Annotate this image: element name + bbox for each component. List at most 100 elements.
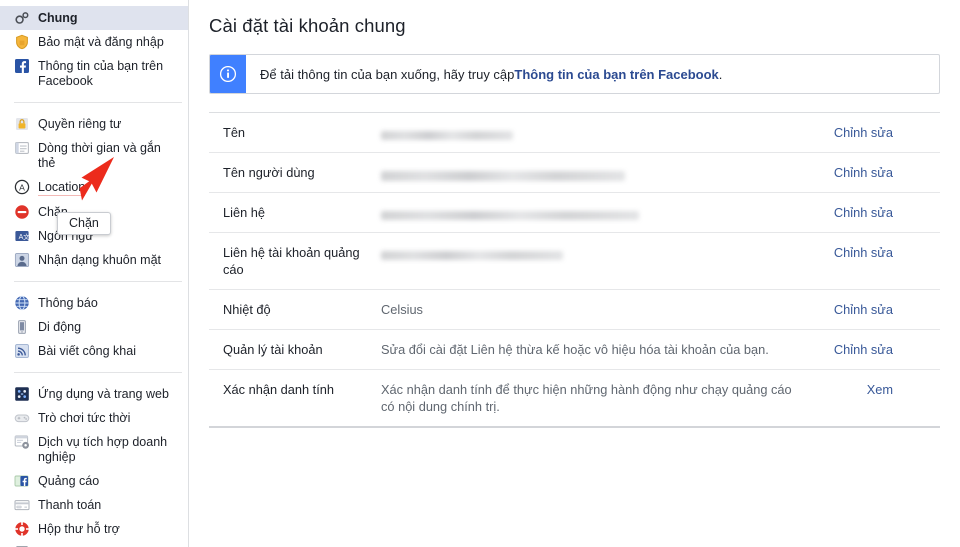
sidebar-item-th-ng-tin-c-a-b-n-tr-n-facebook[interactable]: Thông tin của bạn trên Facebook [0, 54, 188, 93]
banner-text-after: . [718, 66, 723, 82]
settings-row-key: Tên [223, 125, 246, 140]
sidebar-divider [14, 372, 182, 373]
settings-row-action-link[interactable]: Chỉnh sửa [834, 125, 893, 140]
sidebar-item-label: Bảo mật và đăng nhập [38, 35, 164, 49]
rss-icon [14, 343, 30, 359]
settings-row-action-link[interactable]: Xem [867, 382, 893, 397]
settings-row-value: Sửa đổi cài đặt Liên hệ thừa kế hoặc vô … [381, 342, 769, 357]
mobile-icon [14, 319, 30, 335]
svg-text:文: 文 [23, 232, 30, 241]
block-icon [14, 204, 30, 220]
translate-icon: A文 [14, 228, 30, 244]
settings-row-action: Chỉnh sửa [821, 341, 905, 358]
sidebar-item-video[interactable]: Video [0, 541, 188, 547]
sidebar-item-label: Hộp thư hỗ trợ [38, 522, 120, 536]
sidebar-item-label: Thông báo [38, 296, 98, 310]
sidebar-item-b-o-m-t-v-ng-nh-p[interactable]: Bảo mật và đăng nhập [0, 30, 188, 54]
settings-bottom-divider [209, 426, 940, 428]
settings-row-key: Liên hệ [223, 205, 265, 220]
settings-row-value: Xác nhận danh tính để thực hiện những hà… [381, 382, 792, 414]
settings-row-action-link[interactable]: Chỉnh sửa [834, 342, 893, 357]
settings-row-value [381, 204, 821, 221]
settings-row-key: Liên hệ tài khoản quảng cáo [223, 245, 360, 277]
sidebar-item-label: Trò chơi tức thời [38, 411, 131, 425]
sidebar-item-label: Quảng cáo [38, 474, 100, 488]
sidebar-item-d-ch-v-t-ch-h-p-doanh-nghi-p[interactable]: Dịch vụ tích hợp doanh nghiệp [0, 430, 188, 469]
sidebar-item-label: Dòng thời gian và gắn thẻ [38, 141, 161, 170]
sidebar-item-label: Nhận dạng khuôn mặt [38, 253, 162, 267]
settings-row: Quản lý tài khoản Sửa đổi cài đặt Liên hệ… [209, 329, 940, 369]
settings-row-key: Tên người dùng [223, 165, 315, 180]
sidebar-item-chung[interactable]: Chung [0, 6, 188, 30]
settings-row-value [381, 164, 821, 181]
sidebar-item-di-ng[interactable]: Di động [0, 315, 188, 339]
settings-row-action: Chỉnh sửa [821, 244, 905, 261]
settings-row-action-link[interactable]: Chỉnh sửa [834, 245, 893, 260]
sidebar-group: Chung Bảo mật và đăng nhập Thông tin của b… [0, 6, 188, 93]
settings-row-action: Chỉnh sửa [821, 204, 905, 221]
sidebar-item-tr-ch-i-t-c-th-i[interactable]: Trò chơi tức thời [0, 406, 188, 430]
redacted-value [381, 131, 513, 141]
sidebar-item-label: Dịch vụ tích hợp doanh nghiệp [38, 435, 168, 464]
settings-row-action-link[interactable]: Chỉnh sửa [834, 205, 893, 220]
payment-card-icon [14, 497, 30, 513]
settings-row-action: Chỉnh sửa [821, 124, 905, 141]
settings-row-value [381, 124, 821, 141]
sidebar-item-nh-n-d-ng-khu-n-m-t[interactable]: Nhận dạng khuôn mặt [0, 248, 188, 272]
settings-row-action: Chỉnh sửa [821, 164, 905, 181]
sidebar-item-d-ng-th-i-gian-v-g-n-th[interactable]: Dòng thời gian và gắn thẻ [0, 136, 188, 175]
settings-list: Tên Chỉnh sửa Tên người dùng Chỉnh sửa Liên … [209, 112, 940, 426]
info-icon [210, 55, 246, 93]
tooltip-chan: Chặn [57, 212, 111, 235]
svg-text:A: A [19, 182, 25, 192]
redacted-value [381, 170, 625, 181]
sidebar-item-location[interactable]: A Location [0, 175, 188, 200]
timeline-icon [14, 140, 30, 156]
gamepad-icon [14, 410, 30, 426]
settings-row: Tên người dùng Chỉnh sửa [209, 152, 940, 192]
settings-row: Liên hệ Chỉnh sửa [209, 192, 940, 232]
sidebar-item-qu-ng-c-o[interactable]: Quảng cáo [0, 469, 188, 493]
business-integration-icon [14, 434, 30, 450]
sidebar-item-quy-n-ri-ng-t[interactable]: Quyền riêng tư [0, 112, 188, 136]
sidebar-item-h-p-th-h-tr[interactable]: Hộp thư hỗ trợ [0, 517, 188, 541]
settings-row: Nhiệt độ Celsius Chỉnh sửa [209, 289, 940, 329]
sidebar-item-label: Chung [38, 11, 78, 25]
sidebar-divider [14, 281, 182, 282]
location-circle-a-icon: A [14, 179, 30, 195]
sidebar-group: Quyền riêng tư Dòng thời gian và gắn thẻ A… [0, 112, 188, 272]
settings-row-action-link[interactable]: Chỉnh sửa [834, 165, 893, 180]
settings-page: Chung Bảo mật và đăng nhập Thông tin của b… [0, 0, 960, 547]
face-recognition-icon [14, 252, 30, 268]
sidebar-divider [14, 102, 182, 103]
settings-sidebar: Chung Bảo mật và đăng nhập Thông tin của b… [0, 0, 189, 547]
settings-row-action: Xem [821, 381, 905, 398]
settings-row-key: Nhiệt độ [223, 302, 271, 317]
sidebar-item-label: Bài viết công khai [38, 344, 136, 358]
sidebar-item-ng-d-ng-v-trang-web[interactable]: Ứng dụng và trang web [0, 382, 188, 406]
your-information-link[interactable]: Thông tin của bạn trên Facebook [514, 67, 718, 82]
sidebar-group: Thông báo Di động Bài viết công khai [0, 291, 188, 363]
settings-row: Xác nhận danh tính Xác nhận danh tính để … [209, 369, 940, 426]
redacted-value [381, 251, 563, 261]
redacted-value [381, 211, 639, 221]
ads-icon [14, 473, 30, 489]
sidebar-item-b-i-vi-t-c-ng-khai[interactable]: Bài viết công khai [0, 339, 188, 363]
sidebar-item-thanh-to-n[interactable]: Thanh toán [0, 493, 188, 517]
sidebar-item-label: Location [38, 180, 86, 196]
main-content: Cài đặt tài khoản chung Để tải thông tin… [189, 0, 960, 547]
lock-icon [14, 116, 30, 132]
shield-icon [14, 34, 30, 50]
settings-row-value [381, 244, 821, 261]
page-title: Cài đặt tài khoản chung [209, 15, 406, 36]
lifebuoy-icon [14, 521, 30, 537]
download-info-banner: Để tải thông tin của bạn xuống, hãy truy… [209, 54, 940, 94]
settings-row-action-link[interactable]: Chỉnh sửa [834, 302, 893, 317]
sidebar-group: Ứng dụng và trang web Trò chơi tức thời Dị… [0, 382, 188, 547]
sidebar-item-th-ng-b-o[interactable]: Thông báo [0, 291, 188, 315]
settings-row-key: Quản lý tài khoản [223, 342, 323, 357]
sidebar-item-label: Thông tin của bạn trên Facebook [38, 59, 164, 88]
settings-row-key: Xác nhận danh tính [223, 382, 334, 397]
settings-row-action: Chỉnh sửa [821, 301, 905, 318]
banner-text: Để tải thông tin của bạn xuống, hãy truy… [246, 55, 722, 93]
